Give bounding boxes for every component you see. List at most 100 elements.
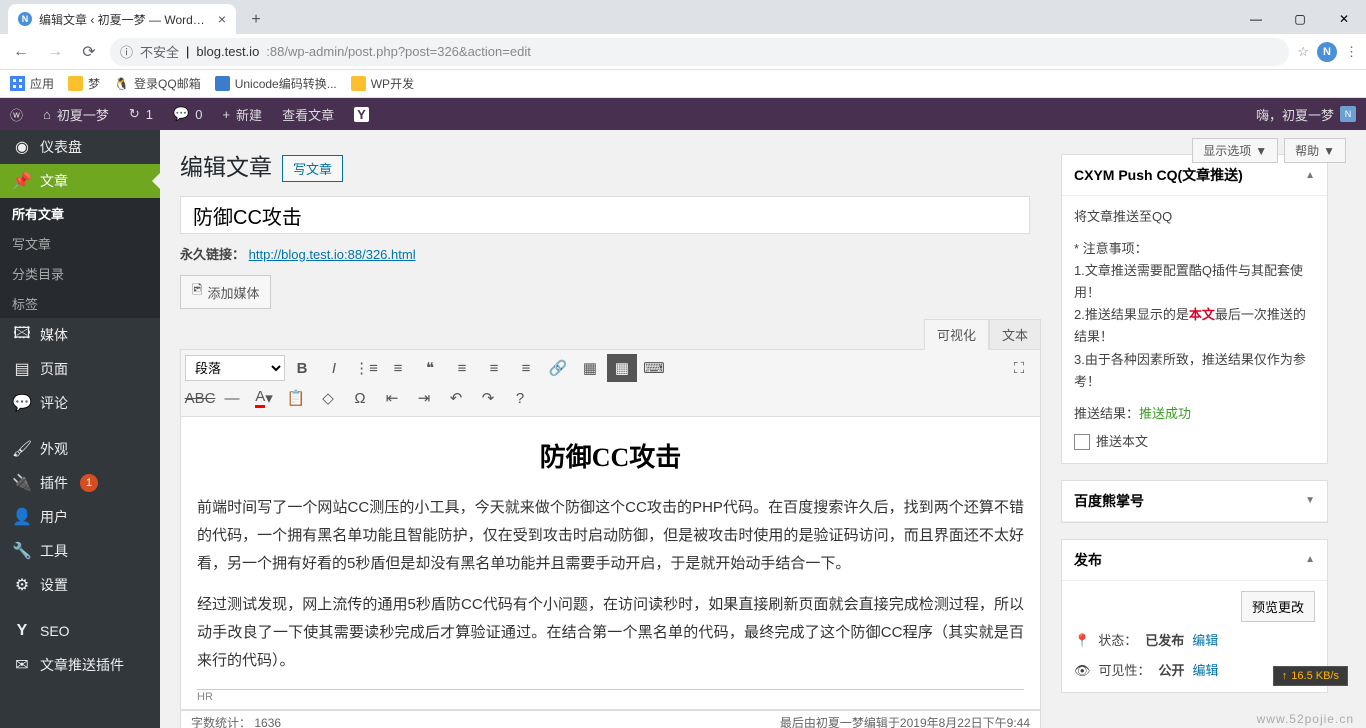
menu-appearance[interactable]: 🖌外观 [0, 432, 160, 466]
preformatted-button[interactable]: ⌨ [639, 354, 669, 382]
new-content-link[interactable]: +新建 [212, 98, 272, 130]
menu-users[interactable]: 👤用户 [0, 500, 160, 534]
menu-settings[interactable]: ⚙设置 [0, 568, 160, 602]
more-button[interactable]: ▦ [575, 354, 605, 382]
format-selector[interactable]: 段落 [185, 355, 285, 381]
baidu-metabox: 百度熊掌号▼ [1061, 480, 1328, 523]
submenu-categories[interactable]: 分类目录 [0, 258, 160, 288]
reload-button[interactable]: ⟳ [76, 39, 102, 65]
bold-button[interactable]: B [287, 354, 317, 382]
menu-pages[interactable]: ▤页面 [0, 352, 160, 386]
close-window-icon[interactable]: ✕ [1322, 4, 1366, 34]
align-right-button[interactable]: ≡ [511, 354, 541, 382]
post-title-input[interactable] [180, 196, 1030, 234]
browser-tab[interactable]: N 编辑文章 ‹ 初夏一梦 — WordPr… × [8, 4, 236, 34]
editor-body[interactable]: 防御CC攻击 前端时间写了一个网站CC测压的小工具，今天就来做个防御这个CC攻击… [180, 417, 1041, 710]
screen-options-button[interactable]: 显示选项 ▼ [1192, 138, 1278, 163]
undo-button[interactable]: ↶ [441, 384, 471, 412]
view-post-link[interactable]: 查看文章 [272, 98, 344, 130]
push-checkbox[interactable] [1074, 434, 1090, 450]
menu-dashboard[interactable]: ◉仪表盘 [0, 130, 160, 164]
menu-plugins[interactable]: 🔌插件1 [0, 466, 160, 500]
number-list-button[interactable]: ≡ [383, 354, 413, 382]
italic-button[interactable]: I [319, 354, 349, 382]
editor-toolbar: 段落 B I ⋮≡ ≡ ❝ ≡ ≡ ≡ 🔗 ▦ ▦ ⌨ [180, 349, 1041, 417]
minimize-icon[interactable]: ― [1234, 4, 1278, 34]
quote-button[interactable]: ❝ [415, 354, 445, 382]
collapse-icon[interactable]: ▲ [1305, 170, 1315, 181]
help-button[interactable]: 帮助 ▼ [1284, 138, 1346, 163]
chevron-down-icon: ▼ [1323, 144, 1335, 158]
tab-text[interactable]: 文本 [989, 319, 1041, 350]
align-center-button[interactable]: ≡ [479, 354, 509, 382]
editor-content: 显示选项 ▼ 帮助 ▼ 编辑文章 写文章 永久链接： http://blog.t… [160, 130, 1366, 728]
edit-visibility-link[interactable]: 编辑 [1193, 660, 1219, 682]
user-greeting[interactable]: 嗨，初夏一梦N [1246, 98, 1366, 130]
expand-icon[interactable]: ▼ [1305, 495, 1315, 506]
clear-format-button[interactable]: ◇ [313, 384, 343, 412]
apps-shortcut[interactable]: 应用 [10, 75, 54, 92]
back-button[interactable]: ← [8, 39, 34, 65]
help-icon-button[interactable]: ? [505, 384, 535, 412]
metabox-column: CXYM Push CQ(文章推送)▲ 将文章推送至QQ * 注意事项： 1.文… [1061, 142, 1346, 728]
add-new-button[interactable]: 写文章 [282, 155, 343, 182]
yoast-link[interactable]: Y [344, 98, 379, 130]
wordpress-icon: ⓦ [10, 105, 23, 124]
bookmark-item[interactable]: 🐧登录QQ邮箱 [114, 75, 201, 92]
bookmark-item[interactable]: 梦 [68, 75, 100, 92]
maximize-icon[interactable]: ▢ [1278, 4, 1322, 34]
paste-text-button[interactable]: 📋 [281, 384, 311, 412]
link-button[interactable]: 🔗 [543, 354, 573, 382]
bookmark-item[interactable]: WP开发 [351, 75, 414, 92]
brush-icon: 🖌 [12, 439, 32, 459]
menu-push-plugin[interactable]: ✉文章推送插件 [0, 648, 160, 682]
wp-logo[interactable]: ⓦ [0, 98, 33, 130]
info-icon[interactable]: ⓘ [120, 42, 133, 61]
strikethrough-button[interactable]: ABC [185, 384, 215, 412]
menu-posts[interactable]: 📌文章 [0, 164, 160, 198]
indent-button[interactable]: ⇥ [409, 384, 439, 412]
bookmark-item[interactable]: Unicode编码转换... [215, 75, 337, 92]
menu-comments[interactable]: 💬评论 [0, 386, 160, 420]
submenu-all-posts[interactable]: 所有文章 [0, 198, 160, 228]
toolbar-toggle-button[interactable]: ▦ [607, 354, 637, 382]
tab-title: 编辑文章 ‹ 初夏一梦 — WordPr… [39, 11, 211, 28]
url-input[interactable]: ⓘ 不安全 | blog.test.io:88/wp-admin/post.ph… [110, 38, 1289, 66]
bullet-list-button[interactable]: ⋮≡ [351, 354, 381, 382]
bookmarks-bar: 应用 梦 🐧登录QQ邮箱 Unicode编码转换... WP开发 [0, 70, 1366, 98]
menu-media[interactable]: 🖾媒体 [0, 318, 160, 352]
last-edit-label: 最后由初夏一梦编辑于2019年8月22日下午9:44 [780, 714, 1030, 728]
new-tab-button[interactable]: + [242, 6, 270, 34]
updates-link[interactable]: ↻1 [119, 98, 163, 130]
url-host: blog.test.io [196, 44, 259, 59]
browser-menu-icon[interactable]: ⋮ [1345, 44, 1358, 60]
forward-button[interactable]: → [42, 39, 68, 65]
yoast-icon: Y [354, 107, 369, 122]
home-icon: ⌂ [43, 107, 51, 122]
special-char-button[interactable]: Ω [345, 384, 375, 412]
submenu-new-post[interactable]: 写文章 [0, 228, 160, 258]
add-media-button[interactable]: 🖻添加媒体 [180, 275, 271, 309]
collapse-icon[interactable]: ▲ [1305, 554, 1315, 565]
redo-button[interactable]: ↷ [473, 384, 503, 412]
text-color-button[interactable]: A ▾ [249, 384, 279, 412]
menu-seo[interactable]: YSEO [0, 614, 160, 648]
hr-button[interactable]: — [217, 384, 247, 412]
preview-button[interactable]: 预览更改 [1241, 591, 1315, 622]
site-link[interactable]: ⌂初夏一梦 [33, 98, 119, 130]
menu-tools[interactable]: 🔧工具 [0, 534, 160, 568]
article-heading: 防御CC攻击 [197, 437, 1024, 474]
close-tab-icon[interactable]: × [218, 11, 226, 27]
media-icon: 🖾 [12, 325, 32, 345]
edit-status-link[interactable]: 编辑 [1192, 630, 1218, 652]
outdent-button[interactable]: ⇤ [377, 384, 407, 412]
bookmark-star-icon[interactable]: ☆ [1297, 44, 1309, 60]
comments-link[interactable]: 💬0 [163, 98, 212, 130]
tab-visual[interactable]: 可视化 [924, 319, 989, 350]
article-paragraph: 经过测试发现，网上流传的通用5秒盾防CC代码有个小问题，在访问读秒时，如果直接刷… [197, 591, 1024, 674]
submenu-tags[interactable]: 标签 [0, 288, 160, 318]
profile-avatar[interactable]: N [1317, 42, 1337, 62]
permalink-link[interactable]: http://blog.test.io:88/326.html [249, 247, 416, 262]
fullscreen-button[interactable]: ⛶ [1004, 354, 1034, 382]
align-left-button[interactable]: ≡ [447, 354, 477, 382]
